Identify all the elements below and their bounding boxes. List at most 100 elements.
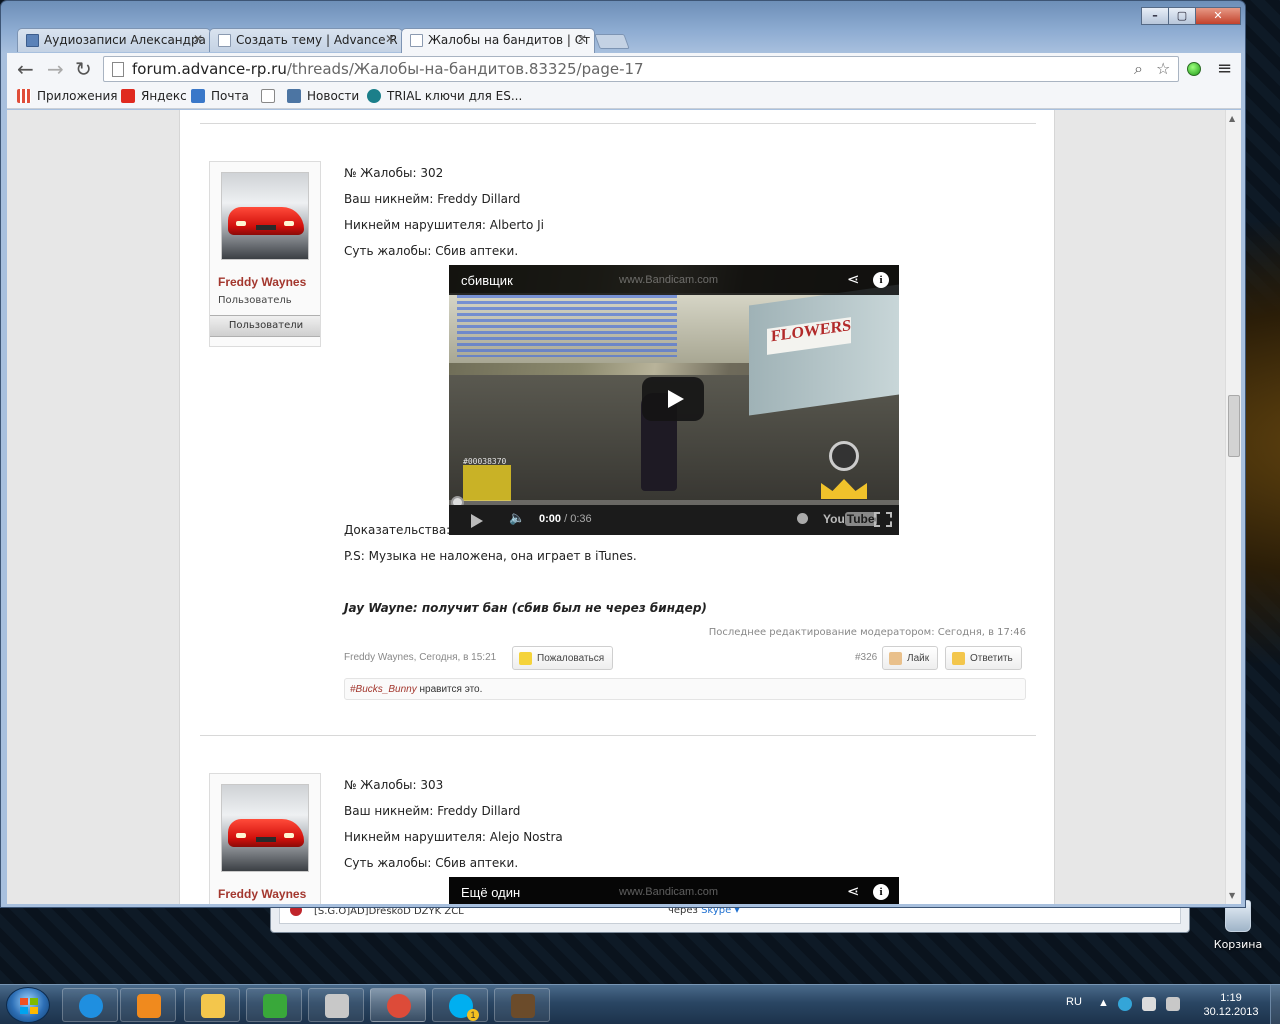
tab-audio[interactable]: Аудиозаписи Александра ✕ xyxy=(17,28,211,52)
youtube-video-player[interactable]: Ещё один www.Bandicam.com ⋖ i xyxy=(449,877,899,904)
report-button[interactable]: Пожаловаться xyxy=(512,646,614,670)
media-player-icon xyxy=(137,994,161,1018)
gta-sa-icon xyxy=(511,994,535,1018)
taskbar-app-gta-sa[interactable] xyxy=(494,988,550,1022)
complainant-nickname: Ваш никнейм: Freddy Dillard xyxy=(344,804,521,818)
bookmarks-bar: Приложения Яндекс Почта Новости TRIAL кл… xyxy=(7,85,1241,109)
vk-icon xyxy=(287,89,301,103)
tab-create-topic[interactable]: Создать тему | Advance R ✕ xyxy=(209,28,403,52)
fullscreen-icon[interactable] xyxy=(874,512,892,527)
author-name[interactable]: Freddy Waynes xyxy=(218,887,306,901)
browser-toolbar: ← → ↻ forum.advance-rp.ru/threads/Жалобы… xyxy=(7,53,1241,85)
page-viewport[interactable]: Freddy Waynes Пользователь Пользователи … xyxy=(7,110,1241,904)
taskbar-app-chrome[interactable] xyxy=(370,988,426,1022)
star-icon[interactable]: ☆ xyxy=(1156,59,1170,78)
complainant-nickname: Ваш никнейм: Freddy Dillard xyxy=(344,192,521,206)
video-watermark: www.Bandicam.com xyxy=(619,274,719,286)
complaint-essence: Суть жалобы: Сбив аптеки. xyxy=(344,244,519,258)
scrollbar-thumb[interactable] xyxy=(1228,395,1240,457)
tab-close-icon[interactable]: ✕ xyxy=(193,32,203,46)
new-tab-button[interactable] xyxy=(594,34,630,49)
show-hidden-icons[interactable]: ▲ xyxy=(1098,997,1109,1009)
start-button[interactable] xyxy=(6,987,50,1023)
youtube-logo[interactable]: You Tube xyxy=(823,512,877,526)
info-icon[interactable]: i xyxy=(873,884,889,900)
volume-icon[interactable]: 🔈 xyxy=(509,511,525,526)
tab-close-icon[interactable]: ✕ xyxy=(385,32,395,46)
bookmark-apps[interactable]: Приложения xyxy=(17,89,118,103)
magnifier-icon[interactable]: ⌕ xyxy=(1134,59,1143,79)
taskbar-app-ie[interactable] xyxy=(62,988,118,1022)
likes-summary: #Bucks_Bunny нравится это. xyxy=(344,678,1026,700)
tab-close-icon[interactable]: ✕ xyxy=(577,32,587,46)
forum-content: Freddy Waynes Пользователь Пользователи … xyxy=(179,110,1055,904)
complaint-number: № Жалобы: 302 xyxy=(344,166,444,180)
taskbar-app-terminal-99[interactable] xyxy=(308,988,364,1022)
taskbar-app-media-player[interactable] xyxy=(120,988,176,1022)
avatar[interactable] xyxy=(221,784,309,872)
reload-button[interactable]: ↻ xyxy=(75,57,92,81)
taskbar-app-skype[interactable]: 1 xyxy=(432,988,488,1022)
bookmark-blank[interactable] xyxy=(261,89,281,103)
menu-button[interactable]: ≡ xyxy=(1217,58,1232,79)
share-icon[interactable]: ⋖ xyxy=(847,270,860,288)
video-title[interactable]: Ещё один xyxy=(461,885,520,900)
author-name[interactable]: Freddy Waynes xyxy=(218,275,306,289)
bookmark-mail[interactable]: Почта xyxy=(191,89,249,103)
avatar[interactable] xyxy=(221,172,309,260)
post-meta[interactable]: Freddy Waynes, Сегодня, в 15:21 xyxy=(344,652,496,663)
bookmark-yandex[interactable]: Яндекс xyxy=(121,89,187,103)
evidence-label: Доказательства: xyxy=(344,523,451,537)
bookmark-news[interactable]: Новости xyxy=(287,89,359,103)
page-icon xyxy=(410,34,423,47)
system-clock[interactable]: 1:19 30.12.2013 xyxy=(1196,991,1266,1019)
liker-link[interactable]: #Bucks_Bunny xyxy=(350,684,417,695)
minimize-button[interactable]: – xyxy=(1141,7,1169,25)
video-title-bar: Ещё один www.Bandicam.com ⋖ i xyxy=(449,877,899,904)
show-desktop-button[interactable] xyxy=(1270,985,1280,1024)
post-author-card: Freddy Waynes xyxy=(209,773,321,904)
thumbs-up-icon xyxy=(889,652,902,665)
volume-icon[interactable] xyxy=(1142,997,1156,1011)
page-scrollbar[interactable]: ▲ ▼ xyxy=(1225,110,1241,904)
game-chat-overlay xyxy=(457,295,677,357)
taskbar-app-qip[interactable] xyxy=(246,988,302,1022)
video-title[interactable]: сбивщик xyxy=(461,273,513,288)
clock-date: 30.12.2013 xyxy=(1203,1006,1259,1018)
qip-icon xyxy=(263,994,287,1018)
maximize-button[interactable]: ▢ xyxy=(1168,7,1196,25)
share-icon[interactable]: ⋖ xyxy=(847,882,860,900)
window-controls: – ▢ ✕ xyxy=(1141,7,1241,25)
post-number[interactable]: #326 xyxy=(855,652,877,663)
like-button[interactable]: Лайк xyxy=(882,646,939,670)
scroll-down-arrow-icon[interactable]: ▼ xyxy=(1229,891,1235,900)
tab-label: Аудиозаписи Александра xyxy=(44,33,206,47)
yandex-icon xyxy=(121,89,135,103)
taskbar-app-explorer[interactable] xyxy=(184,988,240,1022)
network-status-icon[interactable] xyxy=(1118,997,1132,1011)
post-ps: P.S: Музыка не наложена, она играет в iT… xyxy=(344,549,637,563)
forward-button[interactable]: → xyxy=(47,57,64,81)
play-icon[interactable] xyxy=(471,514,483,528)
bookmark-eset[interactable]: TRIAL ключи для ES... xyxy=(367,89,522,103)
watch-later-icon[interactable] xyxy=(797,513,808,524)
url-host: forum.advance-rp.ru xyxy=(132,60,287,78)
address-bar[interactable]: forum.advance-rp.ru/threads/Жалобы-на-ба… xyxy=(103,56,1179,82)
close-button[interactable]: ✕ xyxy=(1195,7,1241,25)
info-icon[interactable]: i xyxy=(873,272,889,288)
language-indicator[interactable]: RU xyxy=(1066,996,1082,1008)
extension-status-icon[interactable] xyxy=(1187,62,1201,76)
back-button[interactable]: ← xyxy=(17,57,34,81)
play-button[interactable] xyxy=(642,377,704,421)
url-path: /threads/Жалобы-на-бандитов.83325/page-1… xyxy=(286,60,644,78)
post-divider xyxy=(200,123,1036,124)
tab-complaints[interactable]: Жалобы на бандитов | Ст ✕ xyxy=(401,28,595,53)
apps-grid-icon xyxy=(17,89,31,103)
page-icon xyxy=(261,89,275,103)
reply-button[interactable]: Ответить xyxy=(945,646,1022,670)
complaint-essence: Суть жалобы: Сбив аптеки. xyxy=(344,856,519,870)
scroll-up-arrow-icon[interactable]: ▲ xyxy=(1229,114,1235,123)
complaint-number: № Жалобы: 303 xyxy=(344,778,444,792)
youtube-video-player[interactable]: FLOWERS #00038370 сбивщик www.Bandicam.c… xyxy=(449,265,899,535)
action-center-icon[interactable] xyxy=(1166,997,1180,1011)
